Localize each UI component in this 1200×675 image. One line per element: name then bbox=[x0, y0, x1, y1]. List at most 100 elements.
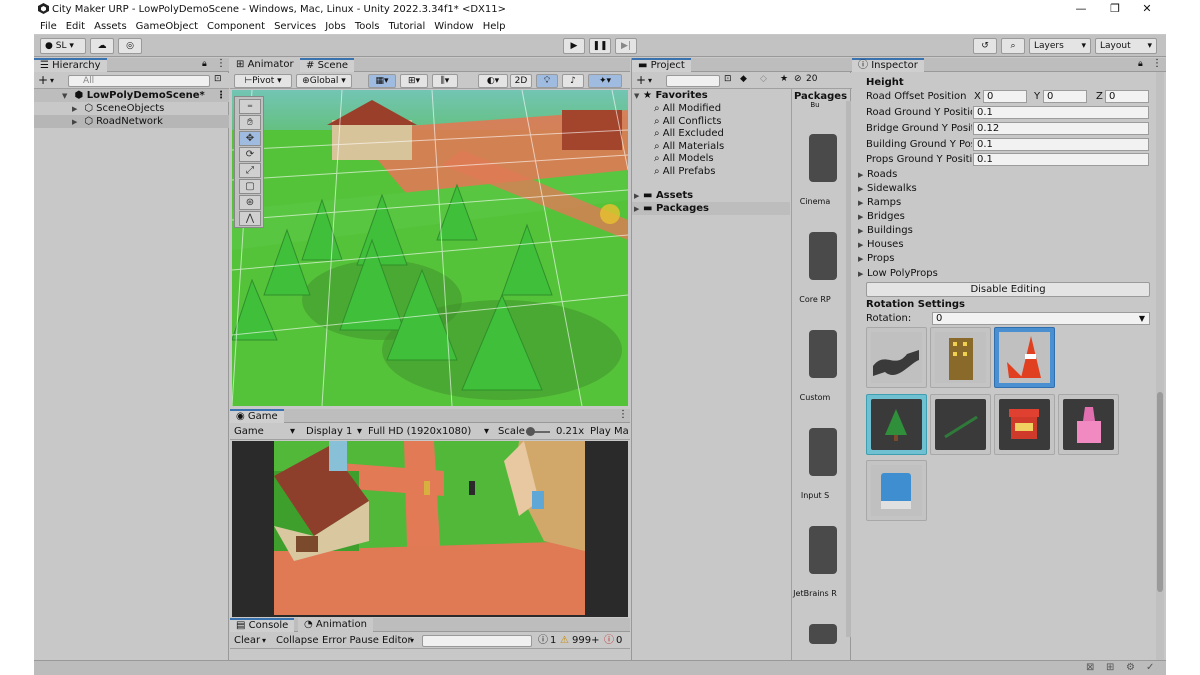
disable-editing-button[interactable]: Disable Editing bbox=[866, 282, 1150, 297]
foldout-props[interactable]: ▶ Props bbox=[858, 252, 894, 265]
road-offset-y-input[interactable]: 0 bbox=[1043, 90, 1087, 103]
package-icon[interactable] bbox=[809, 526, 837, 574]
close-button[interactable]: ✕ bbox=[1130, 0, 1164, 18]
tag-icon[interactable]: ◆ bbox=[740, 74, 747, 84]
checkmark-icon[interactable]: ✓ bbox=[1146, 662, 1154, 673]
collapse-button[interactable]: Collapse bbox=[276, 634, 319, 647]
pause-button[interactable]: ❚❚ bbox=[589, 38, 611, 54]
2d-toggle[interactable]: 2D bbox=[510, 74, 532, 88]
more-icon[interactable]: ⋮ bbox=[1152, 58, 1162, 69]
layout-dropdown[interactable]: Layout ▾ bbox=[1095, 38, 1157, 54]
lighting-toggle[interactable]: 💡︎ bbox=[536, 74, 558, 88]
scene-viewport[interactable]: ═ ✋︎ ✥ ⟳ ⤢ ▢ ⊛ ⋀ bbox=[232, 90, 628, 406]
foldout-ramps[interactable]: ▶ Ramps bbox=[858, 196, 901, 209]
menu-component[interactable]: Component bbox=[207, 21, 265, 32]
console-search-input[interactable] bbox=[422, 635, 532, 647]
package-icon[interactable] bbox=[809, 428, 837, 476]
palette-road-curve[interactable] bbox=[866, 327, 927, 388]
palette-traffic-cone[interactable] bbox=[994, 327, 1055, 388]
tab-inspector[interactable]: ⓘ Inspector bbox=[852, 58, 924, 72]
tab-game[interactable]: ◉ Game bbox=[230, 409, 284, 423]
increment-snap-button[interactable]: ⊞▾ bbox=[400, 74, 428, 88]
menu-help[interactable]: Help bbox=[483, 21, 506, 32]
collab-button[interactable]: ◎ bbox=[118, 38, 142, 54]
tab-animation[interactable]: ◔ Animation bbox=[298, 618, 373, 632]
palette-tree[interactable] bbox=[866, 394, 927, 455]
menu-file[interactable]: File bbox=[40, 21, 57, 32]
package-icon[interactable] bbox=[809, 330, 837, 378]
packages-scrollbar[interactable] bbox=[846, 101, 851, 637]
foldout-sidewalks[interactable]: ▶ Sidewalks bbox=[858, 182, 917, 195]
baking-icon[interactable]: ⊠ bbox=[1086, 662, 1094, 673]
foldout-bridges[interactable]: ▶ Bridges bbox=[858, 210, 905, 223]
package-icon[interactable] bbox=[809, 232, 837, 280]
add-button[interactable]: + bbox=[636, 73, 646, 87]
foldout-low-poly-props[interactable]: ▶ Low PolyProps bbox=[858, 267, 938, 280]
tab-console[interactable]: ▤ Console bbox=[230, 618, 295, 632]
hierarchy-search-input[interactable]: All bbox=[68, 75, 210, 87]
rotate-tool-button[interactable]: ⟳ bbox=[239, 147, 261, 162]
editor-dropdown[interactable]: Editor bbox=[382, 634, 412, 647]
packages-folder[interactable]: ▶ ▬ Packages bbox=[632, 202, 790, 215]
transform-tool-button[interactable]: ⊛ bbox=[239, 195, 261, 210]
tab-animator[interactable]: ⊞ Animator bbox=[230, 58, 300, 72]
scene-row[interactable]: ▼ ⬢ LowPolyDemoScene* ⋮ bbox=[34, 89, 229, 102]
package-icon[interactable] bbox=[809, 624, 837, 644]
road-offset-x-input[interactable]: 0 bbox=[983, 90, 1027, 103]
scale-slider-handle[interactable] bbox=[526, 427, 535, 436]
menu-edit[interactable]: Edit bbox=[66, 21, 85, 32]
favorite-item[interactable]: ⌕ All Models bbox=[654, 152, 714, 165]
building-ground-y-input[interactable]: 0.1 bbox=[973, 138, 1149, 151]
favorite-item[interactable]: ⌕ All Modified bbox=[654, 102, 721, 115]
display-dropdown[interactable]: Display 1 ▾ bbox=[306, 425, 362, 438]
tab-scene[interactable]: # Scene bbox=[300, 58, 355, 72]
history-button[interactable]: ↺ bbox=[973, 38, 997, 54]
project-search-input[interactable] bbox=[666, 75, 720, 87]
shading-mode-button[interactable]: ◐▾ bbox=[478, 74, 508, 88]
account-dropdown[interactable]: ● SL ▾ bbox=[40, 38, 86, 54]
scene-filter-icon[interactable]: ◇ bbox=[760, 74, 767, 84]
tab-hierarchy[interactable]: ☰ Hierarchy bbox=[34, 58, 107, 72]
rotation-dropdown[interactable]: 0 ▼ bbox=[932, 312, 1150, 325]
error-icon[interactable]: ⓘ bbox=[604, 634, 614, 647]
maximize-button[interactable]: ❐ bbox=[1098, 0, 1132, 18]
search-button[interactable]: ⌕ bbox=[1001, 38, 1025, 54]
game-render[interactable] bbox=[274, 441, 585, 615]
clear-button[interactable]: Clear bbox=[234, 634, 260, 647]
add-button[interactable]: + bbox=[38, 73, 48, 87]
inspector-scrollbar[interactable] bbox=[1156, 72, 1164, 660]
lock-icon[interactable]: 🔒︎ bbox=[202, 59, 207, 69]
palette-pipe[interactable] bbox=[930, 394, 991, 455]
more-icon[interactable]: ⋮ bbox=[618, 409, 628, 420]
hierarchy-item-roadnetwork[interactable]: ▶ ⬡ RoadNetwork bbox=[34, 115, 229, 128]
global-dropdown[interactable]: ⊕Global ▾ bbox=[296, 74, 352, 88]
scale-tool-button[interactable]: ⤢ bbox=[239, 163, 261, 178]
tab-project[interactable]: ▬ Project bbox=[632, 58, 691, 72]
menu-tools[interactable]: Tools bbox=[355, 21, 380, 32]
game-mode-dropdown[interactable]: Game ▾ bbox=[234, 425, 298, 438]
palette-blue-box[interactable] bbox=[866, 460, 927, 521]
star-icon[interactable]: ★ bbox=[780, 74, 788, 84]
layers-dropdown[interactable]: Layers ▾ bbox=[1029, 38, 1091, 54]
hand-tool-button[interactable]: ✋︎ bbox=[239, 115, 261, 130]
palette-pink-tower[interactable] bbox=[1058, 394, 1119, 455]
grid-snap-button[interactable]: ▦▾ bbox=[368, 74, 396, 88]
network-icon[interactable]: ⊞ bbox=[1106, 662, 1114, 673]
foldout-houses[interactable]: ▶ Houses bbox=[858, 238, 904, 251]
hidden-packages-icon[interactable]: ⊘ bbox=[794, 74, 802, 84]
cloud-button[interactable]: ☁ bbox=[90, 38, 114, 54]
foldout-roads[interactable]: ▶ Roads bbox=[858, 168, 897, 181]
menu-tutorial[interactable]: Tutorial bbox=[389, 21, 426, 32]
inspector-scrollbar-thumb[interactable] bbox=[1157, 392, 1163, 592]
audio-toggle[interactable]: ♪ bbox=[562, 74, 584, 88]
bridge-ground-y-input[interactable]: 0.12 bbox=[973, 122, 1149, 135]
scale-slider[interactable] bbox=[526, 427, 550, 436]
step-button[interactable]: ▶| bbox=[615, 38, 637, 54]
info-icon[interactable]: ⓘ bbox=[538, 634, 548, 647]
play-button[interactable]: ▶ bbox=[563, 38, 585, 54]
menu-jobs[interactable]: Jobs bbox=[325, 21, 346, 32]
pivot-dropdown[interactable]: ⊢Pivot ▾ bbox=[234, 74, 292, 88]
favorites-header[interactable]: ▼ ★ Favorites bbox=[634, 89, 708, 102]
search-by-type-icon[interactable]: ⊡ bbox=[724, 74, 732, 84]
package-icon[interactable] bbox=[809, 134, 837, 182]
